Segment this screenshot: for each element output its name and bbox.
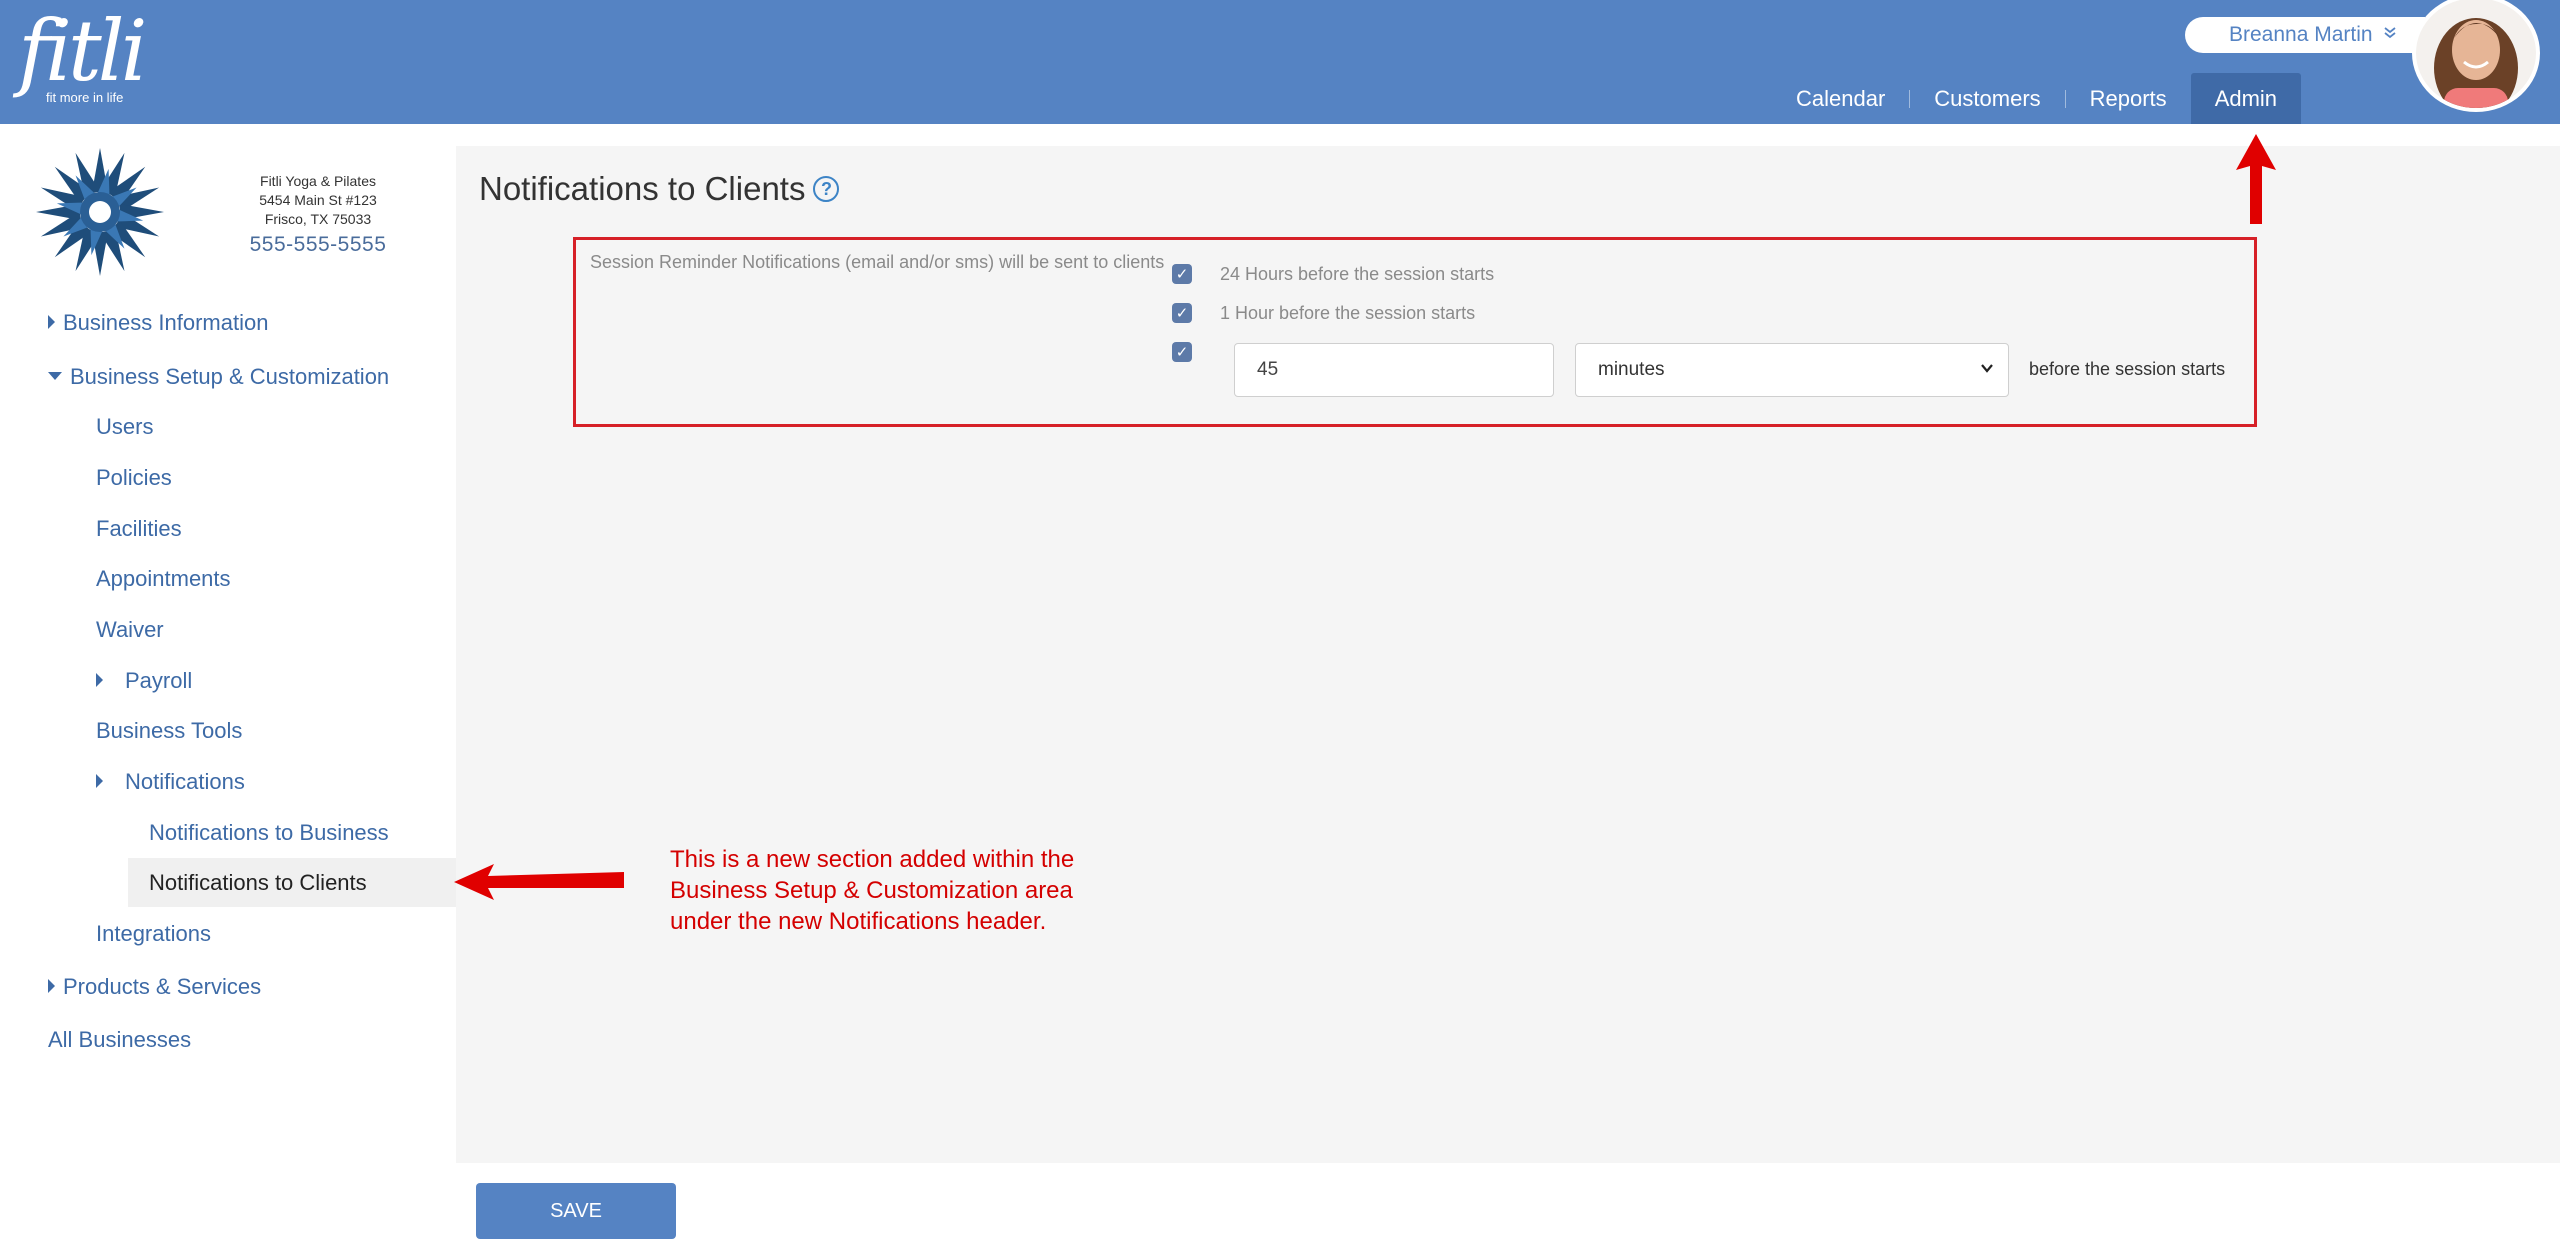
sidebar-item-label: Payroll [125,668,193,693]
sidebar-item-products-services[interactable]: Products & Services [48,974,261,1000]
annotation-line: This is a new section added within the [670,846,1075,873]
save-button[interactable]: SAVE [476,1183,676,1239]
sidebar-item-business-tools[interactable]: Business Tools [96,718,242,744]
top-header: fitli fit more in life Breanna Martin Ca… [0,0,2560,124]
caret-right-icon [96,774,103,789]
avatar[interactable] [2412,0,2540,112]
checkbox-24-hours[interactable]: ✓ [1172,264,1192,284]
time-unit-value: minutes [1598,359,1665,380]
business-address-line1: 5454 Main St #123 [259,192,377,208]
nav-reports[interactable]: Reports [2066,73,2191,124]
page-title: Notifications to Clients ? [479,170,840,208]
sidebar-item-waiver[interactable]: Waiver [96,617,164,643]
caret-right-icon [48,979,55,994]
custom-time-input[interactable] [1234,343,1554,397]
checkbox-1-hour[interactable]: ✓ [1172,303,1192,323]
reminder-label: Session Reminder Notifications (email an… [590,252,1165,272]
annotation-arrow-left-icon [454,864,624,900]
business-name: Fitli Yoga & Pilates [260,173,376,189]
chevron-down-icon [1980,361,1994,380]
option-1-hour-label: 1 Hour before the session starts [1220,303,1476,323]
double-chevron-down-icon [2383,26,2397,44]
sidebar-item-policies[interactable]: Policies [96,465,172,491]
option-24-hours-label: 24 Hours before the session starts [1220,264,1495,284]
nav-calendar[interactable]: Calendar [1772,73,1909,124]
sidebar-item-label: Business Information [63,310,269,335]
business-logo-icon [34,146,166,278]
logo-text: fitli [18,2,147,100]
sidebar-item-integrations[interactable]: Integrations [96,921,211,947]
sidebar-item-appointments[interactable]: Appointments [96,566,231,592]
business-contact-card: Fitli Yoga & Pilates 5454 Main St #123 F… [212,172,424,255]
annotation-line: Business Setup & Customization area [670,877,1073,904]
footer-bar [456,1163,2560,1259]
sidebar-item-notifications-to-clients[interactable]: Notifications to Clients [149,870,367,896]
sidebar-item-notifications-to-business[interactable]: Notifications to Business [149,820,389,846]
checkbox-custom[interactable]: ✓ [1172,342,1192,362]
business-address-line2: Frisco, TX 75033 [264,211,372,227]
sidebar-item-all-businesses[interactable]: All Businesses [48,1027,191,1053]
sidebar-item-payroll[interactable]: Payroll [96,668,192,694]
nav-customers[interactable]: Customers [1910,73,2064,124]
sidebar-item-label: Business Setup & Customization [70,364,390,389]
business-phone[interactable]: 555-555-5555 [212,234,424,255]
sidebar-item-business-setup[interactable]: Business Setup & Customization [48,364,389,390]
sidebar-item-label: Products & Services [63,974,262,999]
help-icon[interactable]: ? [813,176,840,202]
sidebar-item-notifications[interactable]: Notifications [96,769,245,795]
nav-admin[interactable]: Admin [2190,73,2302,124]
fitli-logo[interactable]: fitli fit more in life [18,6,148,106]
sidebar-item-facilities[interactable]: Facilities [96,516,182,542]
main-nav: Calendar Customers Reports Admin [1772,73,2302,124]
sidebar-item-label: Notifications [125,769,245,794]
annotation-arrow-up-icon [2236,134,2276,224]
page-title-text: Notifications to Clients [479,170,806,207]
sidebar: Fitli Yoga & Pilates 5454 Main St #123 F… [0,124,456,1259]
annotation-line: under the new Notifications header. [670,908,1047,935]
caret-right-icon [96,673,103,688]
user-menu-button[interactable]: Breanna Martin [2185,17,2425,53]
user-name: Breanna Martin [2229,23,2373,46]
sidebar-item-business-information[interactable]: Business Information [48,310,268,336]
logo-tagline: fit more in life [46,90,124,105]
custom-suffix-label: before the session starts [2029,359,2226,379]
annotation-note: This is a new section added within the B… [670,844,1150,937]
time-unit-select[interactable]: minutes [1575,343,2009,397]
caret-down-icon [48,372,62,381]
caret-right-icon [48,315,55,330]
sidebar-item-users[interactable]: Users [96,414,153,440]
